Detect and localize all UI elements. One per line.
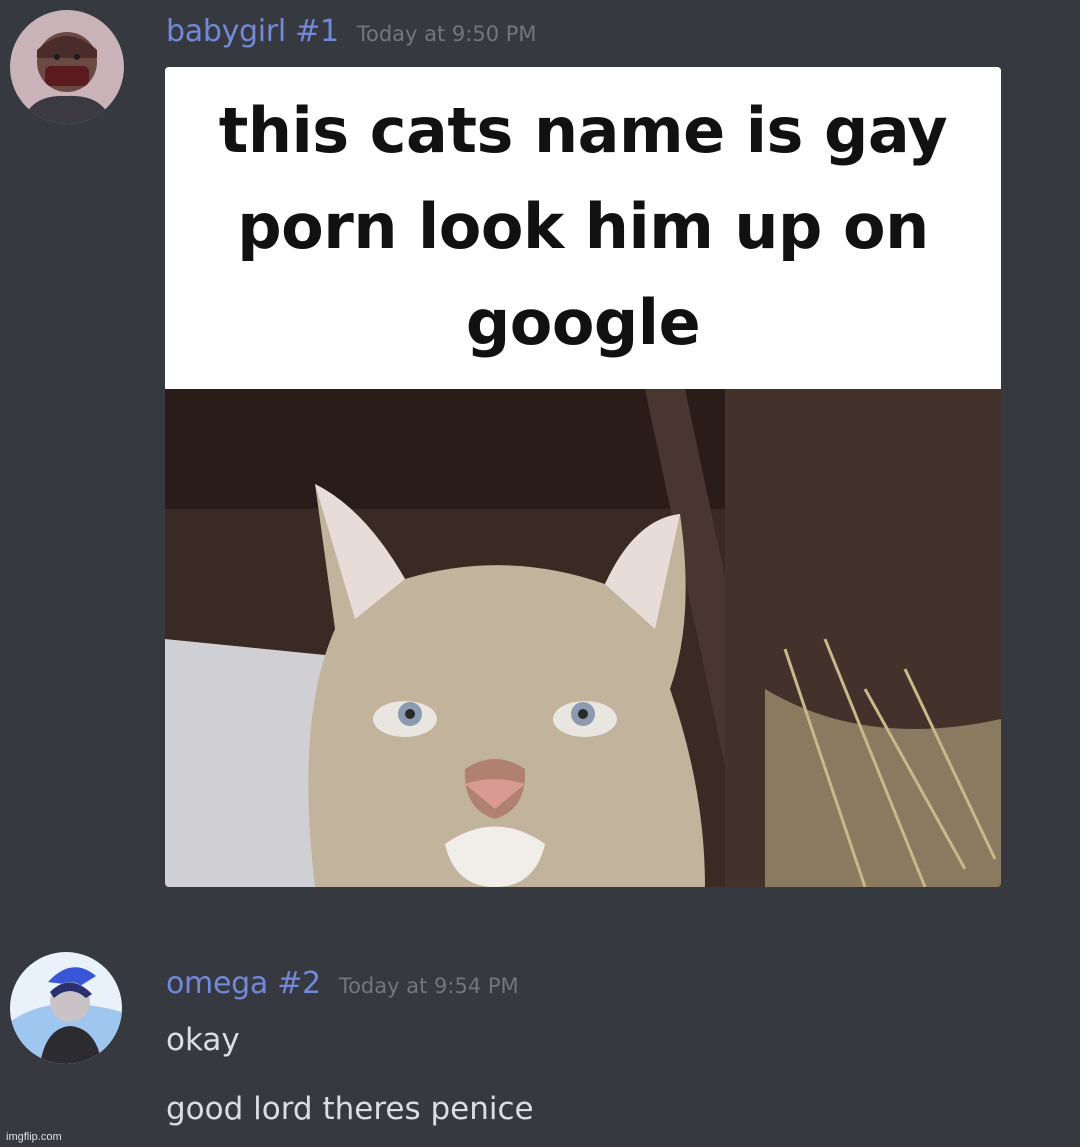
message-text: okay	[166, 1022, 240, 1058]
avatar-babygirl[interactable]	[10, 10, 124, 124]
imgflip-watermark: imgflip.com	[6, 1131, 62, 1143]
cougar-photo	[165, 389, 1001, 887]
timestamp-message-1: Today at 9:50 PM	[356, 22, 537, 46]
avatar-omega[interactable]	[10, 952, 122, 1064]
username-babygirl[interactable]: babygirl #1	[166, 14, 339, 49]
username-omega[interactable]: omega #2	[166, 966, 321, 1001]
meme-caption: this cats name is gay porn look him up o…	[218, 94, 948, 359]
meme-caption-panel: this cats name is gay porn look him up o…	[165, 67, 1001, 387]
message-text: good lord theres penice	[166, 1091, 534, 1127]
image-attachment[interactable]: this cats name is gay porn look him up o…	[165, 67, 1001, 887]
timestamp-message-2: Today at 9:54 PM	[338, 974, 519, 998]
